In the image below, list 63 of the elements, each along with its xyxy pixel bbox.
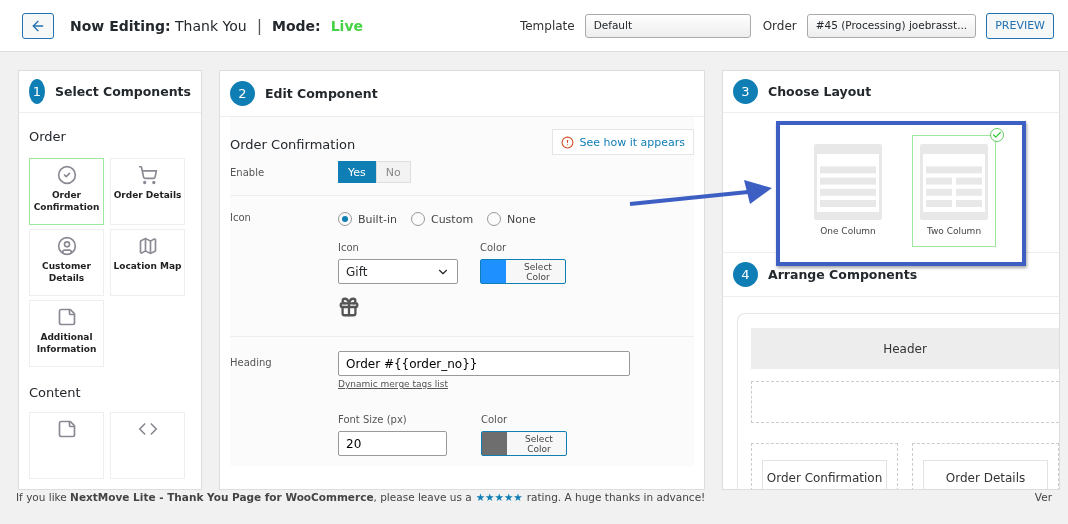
radio-option[interactable]: None <box>487 212 536 226</box>
component-tile[interactable] <box>110 412 185 479</box>
map-icon <box>137 236 158 256</box>
mode-status: Live <box>330 17 364 34</box>
header-block: Header <box>751 328 1059 369</box>
group-heading: Content <box>28 384 82 402</box>
panel-title: Arrange Components <box>768 267 918 282</box>
field-label: Color <box>481 414 509 425</box>
component-card[interactable]: Order Confirmation <box>762 460 887 489</box>
field-label: Icon <box>338 242 360 253</box>
panel-title: Select Components <box>55 84 191 99</box>
template-select[interactable]: Default <box>584 13 751 38</box>
panel-title: Choose Layout <box>768 84 872 99</box>
back-button[interactable] <box>22 12 54 39</box>
component-tile[interactable]: Order Confirmation <box>29 158 104 225</box>
merge-tags-link[interactable]: Dynamic merge tags list <box>338 379 638 389</box>
radio-option[interactable]: Custom <box>410 212 474 226</box>
check-circle-icon <box>56 165 77 185</box>
font-size-input[interactable]: 20 <box>338 431 447 456</box>
toggle-option[interactable]: Yes <box>338 161 376 183</box>
field-label: Icon <box>230 212 252 223</box>
mode-label: Mode: <box>272 17 321 34</box>
component-tile[interactable] <box>29 412 104 479</box>
template-label: Template <box>519 18 575 33</box>
field-label: Font Size (px) <box>338 414 408 425</box>
order-select[interactable]: #45 (Processing) joebrasst... <box>806 13 977 38</box>
group-heading: Order <box>28 128 67 146</box>
color-picker[interactable]: Select Color <box>480 259 566 284</box>
preview-button[interactable]: PREVIEW <box>986 12 1054 39</box>
alert-icon <box>561 135 575 149</box>
component-tile[interactable]: Location Map <box>110 229 185 296</box>
footer-text: If you like NextMove Lite - Thank You Page for WooCommerce, please leave us a <box>16 491 472 503</box>
rating-link[interactable]: ★★★★★ <box>475 491 523 503</box>
field-label: Heading <box>230 356 273 368</box>
preview-link[interactable]: See how it appears <box>552 129 694 155</box>
section-title: Order Confirmation <box>230 136 356 152</box>
check-icon <box>990 128 1004 142</box>
icon-select[interactable]: Gift <box>338 259 458 284</box>
color-picker[interactable]: Select Color <box>481 431 567 456</box>
footer-text: rating. A huge thanks in advance! <box>526 491 706 503</box>
component-tile[interactable]: Additional Information <box>29 300 104 367</box>
step-number: 2 <box>230 81 255 106</box>
note-icon <box>56 419 77 439</box>
order-label: Order <box>762 18 797 33</box>
component-tile[interactable]: Order Details <box>110 158 185 225</box>
user-circle-icon <box>56 236 77 256</box>
cart-icon <box>137 165 158 185</box>
step-number: 4 <box>733 262 758 287</box>
step-number: 1 <box>29 79 45 104</box>
panel-title: Edit Component <box>265 86 378 101</box>
component-tile[interactable]: Customer Details <box>29 229 104 296</box>
note-icon <box>56 307 77 327</box>
field-label: Color <box>480 242 508 253</box>
layout-option[interactable]: Two Column <box>912 135 996 247</box>
radio-option[interactable]: Built-in <box>338 212 397 226</box>
heading-input[interactable]: Order #{{order_no}} <box>338 351 630 376</box>
component-card[interactable]: Order Details <box>923 460 1048 489</box>
gift-icon <box>338 296 360 318</box>
step-number: 3 <box>733 79 758 104</box>
title-separator: | <box>256 16 263 35</box>
version-text: Ver <box>1034 491 1052 503</box>
field-label: Enable <box>230 166 266 178</box>
page-title: Now Editing: Thank You <box>70 17 247 34</box>
